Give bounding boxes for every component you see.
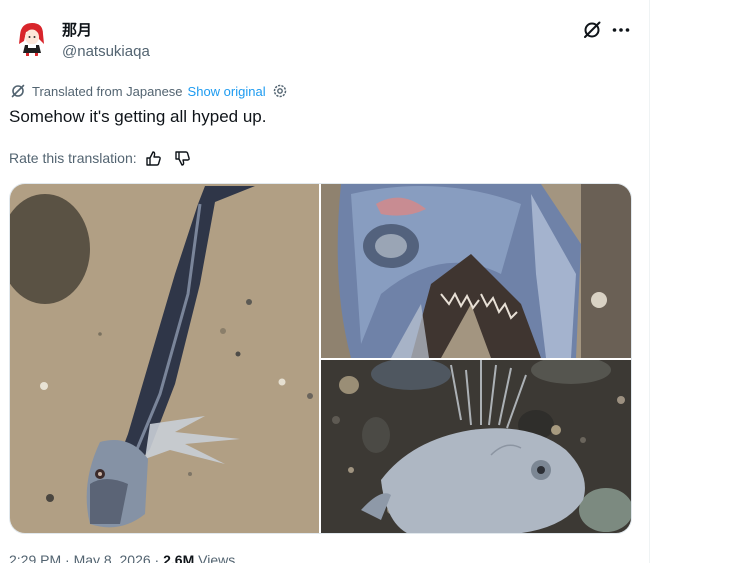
handle[interactable]: @natsukiaqa <box>62 43 150 61</box>
translated-label: Translated from Japanese <box>32 83 183 99</box>
tweet-meta: 2:29 PM · May 8, 2026 · 2.6M Views <box>9 552 235 563</box>
display-name[interactable]: 那月 <box>62 21 92 39</box>
photo-fish-on-sand[interactable] <box>10 184 319 533</box>
rate-translation: Rate this translation: <box>9 148 191 168</box>
tweet-date[interactable]: May 8, 2026 <box>74 552 151 563</box>
thumb-down-icon[interactable] <box>174 150 191 167</box>
translate-icon <box>11 84 25 98</box>
rate-label: Rate this translation: <box>9 150 137 166</box>
photo-fish-head[interactable] <box>321 184 631 358</box>
show-original-link[interactable]: Show original <box>188 84 266 99</box>
column-divider <box>649 0 650 563</box>
media-grid <box>9 183 632 534</box>
views-count: 2.6M <box>163 552 195 563</box>
tweet-text: Somehow it's getting all hyped up. <box>9 107 267 126</box>
meta-separator: · <box>65 552 70 563</box>
tweet-time[interactable]: 2:29 PM <box>9 552 61 563</box>
photo-fish-on-pebbles[interactable] <box>321 360 631 533</box>
tweet: 那月 @natsukiaqa Translated from Japanese … <box>0 0 650 563</box>
gear-icon[interactable] <box>272 83 288 99</box>
translation-notice: Translated from Japanese Show original <box>10 82 288 100</box>
thumb-up-icon[interactable] <box>145 150 162 167</box>
grok-icon[interactable] <box>581 19 603 41</box>
meta-separator-2: · <box>154 552 160 563</box>
more-dots-icon[interactable] <box>610 19 632 41</box>
avatar[interactable] <box>11 17 51 57</box>
views-label: Views <box>198 552 236 563</box>
